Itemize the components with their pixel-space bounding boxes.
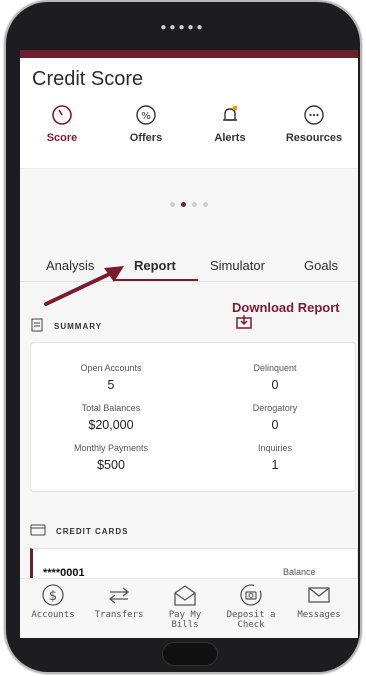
bottom-nav-accounts[interactable]: $ Accounts [20, 583, 86, 620]
bottom-nav-label: Transfers [94, 610, 144, 620]
summary-value: 1 [271, 458, 279, 472]
phone-frame: ●●●●● Credit Score Score % Offers Alerts… [6, 2, 360, 672]
pager-dot-active[interactable] [181, 202, 186, 207]
brand-bar [20, 50, 358, 58]
summary-item-delinquent: Delinquent 0 [195, 363, 355, 392]
nav-alerts[interactable]: Alerts [188, 104, 272, 144]
bottom-nav-label-line2: Bills [171, 620, 199, 630]
summary-value: $20,000 [88, 418, 134, 432]
bottom-nav-deposit[interactable]: Deposit a Check [218, 583, 284, 630]
home-button[interactable] [162, 642, 218, 666]
pager-dot[interactable] [170, 202, 175, 207]
transfer-arrows-icon [108, 587, 130, 604]
app-screen: Credit Score Score % Offers Alerts Resou… [20, 50, 358, 638]
summary-item-derogatory: Derogatory 0 [195, 403, 355, 432]
svg-text:$: $ [49, 589, 57, 604]
bottom-nav-label: Deposit a [226, 610, 276, 620]
bell-icon [223, 105, 238, 121]
card-balance-label: Balance [283, 567, 316, 577]
bottom-nav: $ Accounts Transfers Pay My Bills Deposi… [20, 578, 358, 638]
svg-text:%: % [141, 111, 151, 122]
page-title: Credit Score [32, 68, 144, 90]
summary-label: Delinquent [253, 363, 297, 373]
nav-resources-label: Resources [285, 132, 343, 144]
bottom-nav-label: Pay My [168, 610, 202, 620]
summary-label: Open Accounts [80, 363, 142, 373]
summary-label: Total Balances [81, 403, 141, 413]
annotation-arrow-icon [44, 266, 124, 306]
download-icon [236, 315, 252, 329]
nav-offers-label: Offers [129, 132, 163, 144]
credit-cards-heading: CREDIT CARDS [30, 524, 128, 536]
summary-label: Monthly Payments [73, 443, 149, 453]
summary-item-total-balances: Total Balances $20,000 [31, 403, 191, 432]
percent-icon: % [136, 105, 156, 125]
summary-heading: SUMMARY [30, 318, 102, 332]
carousel-pager [20, 194, 358, 212]
header: Credit Score [20, 58, 358, 98]
tab-goals[interactable]: Goals [304, 258, 338, 273]
pager-dot[interactable] [203, 202, 208, 207]
summary-label: Derogatory [252, 403, 298, 413]
nav-score[interactable]: Score [20, 104, 104, 144]
nav-score-label: Score [46, 132, 78, 144]
document-icon [31, 318, 43, 332]
bottom-nav-messages[interactable]: Messages [286, 583, 352, 620]
nav-resources[interactable]: Resources [272, 104, 356, 144]
gauge-icon [52, 105, 72, 125]
quick-nav: Score % Offers Alerts Resources [20, 98, 358, 169]
nav-offers[interactable]: % Offers [104, 104, 188, 144]
bottom-nav-label-line2: Check [237, 620, 265, 630]
dollar-circle-icon: $ [42, 584, 64, 606]
summary-label: Inquiries [257, 443, 293, 453]
credit-card-icon [30, 524, 46, 536]
summary-item-inquiries: Inquiries 1 [195, 443, 355, 472]
bottom-nav-transfers[interactable]: Transfers [86, 583, 152, 620]
summary-card: Open Accounts 5 Delinquent 0 Total Balan… [30, 342, 356, 492]
summary-heading-label: SUMMARY [54, 322, 103, 331]
bottom-nav-pay-bills[interactable]: Pay My Bills [152, 583, 218, 630]
credit-cards-heading-label: CREDIT CARDS [56, 527, 129, 536]
camera-deposit-icon [240, 584, 262, 606]
pager-dot[interactable] [192, 202, 197, 207]
tab-report[interactable]: Report [134, 258, 176, 273]
download-report-label: Download Report [232, 300, 340, 315]
bottom-nav-label: Messages [297, 610, 341, 620]
speaker-dots: ●●●●● [160, 22, 206, 33]
bill-envelope-icon [174, 585, 196, 606]
summary-item-monthly-payments: Monthly Payments $500 [31, 443, 191, 472]
more-icon [304, 105, 324, 125]
summary-item-open-accounts: Open Accounts 5 [31, 363, 191, 392]
bottom-nav-label: Accounts [31, 610, 75, 620]
download-report-button[interactable]: Download Report [232, 300, 358, 330]
nav-alerts-label: Alerts [214, 132, 246, 144]
tab-simulator[interactable]: Simulator [210, 258, 265, 273]
summary-value: 0 [271, 418, 279, 432]
mail-icon [308, 587, 330, 603]
summary-value: $500 [97, 458, 125, 472]
summary-value: 5 [107, 378, 115, 392]
summary-value: 0 [271, 378, 279, 392]
